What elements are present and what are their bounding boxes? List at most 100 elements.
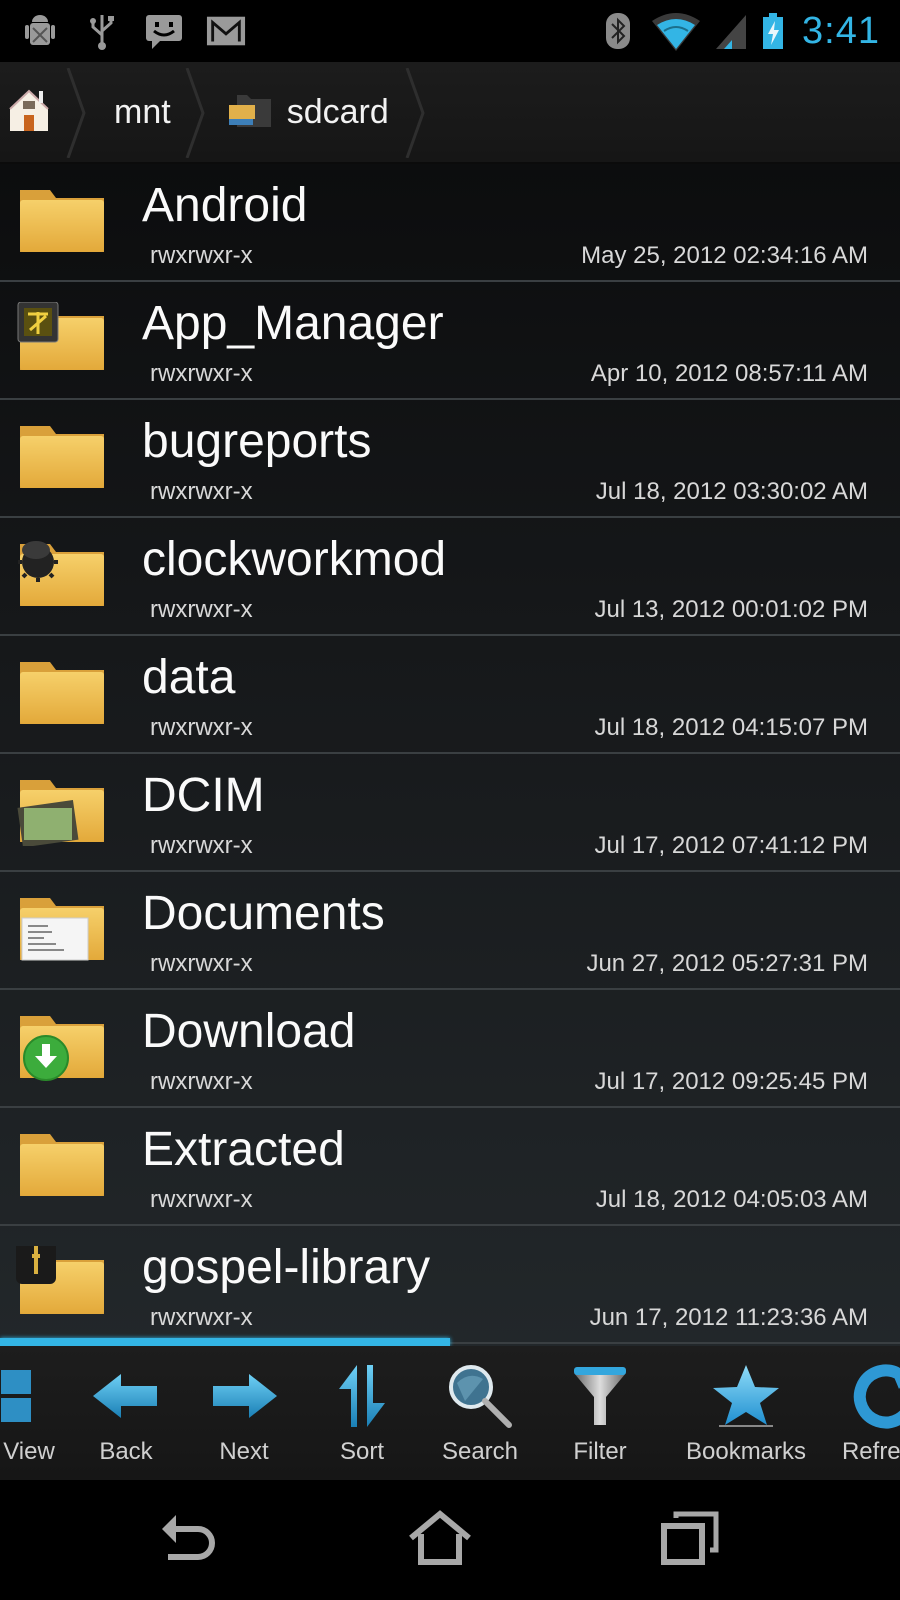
wifi-icon — [650, 11, 702, 51]
sort-label: Sort — [339, 1438, 384, 1465]
file-modified-date: Jun 17, 2012 11:23:36 AM — [589, 1304, 868, 1331]
folder-icon — [16, 420, 108, 492]
breadcrumb-mnt[interactable]: mnt — [86, 62, 205, 162]
file-modified-date: Apr 10, 2012 08:57:11 AM — [590, 360, 868, 387]
breadcrumb-separator — [185, 68, 205, 158]
bookmarks-button[interactable]: Bookmarks — [686, 1346, 806, 1480]
file-permissions: rwxrwxr-x — [150, 360, 253, 387]
view-button[interactable]: View — [0, 1346, 60, 1480]
file-name: clockworkmod — [142, 533, 447, 586]
file-modified-date: Jul 18, 2012 03:30:02 AM — [595, 478, 868, 505]
file-row[interactable]: clockworkmod rwxrwxr-x Jul 13, 2012 00:01:… — [0, 518, 900, 636]
scroll-indicator — [0, 1338, 450, 1346]
back-nav-icon — [160, 1511, 220, 1569]
messaging-icon — [144, 11, 184, 51]
sort-icon — [322, 1356, 402, 1436]
file-row[interactable]: Documents rwxrwxr-x Jun 27, 2012 05:27:31 … — [0, 872, 900, 990]
breadcrumb: mnt sdcard — [0, 62, 900, 164]
file-modified-date: Jun 27, 2012 05:27:31 PM — [586, 950, 868, 977]
file-row[interactable]: Extracted rwxrwxr-x Jul 18, 2012 04:05:03 … — [0, 1108, 900, 1226]
file-row[interactable]: data rwxrwxr-x Jul 18, 2012 04:15:07 PM — [0, 636, 900, 754]
file-permissions: rwxrwxr-x — [150, 596, 253, 623]
cell-signal-icon — [714, 11, 748, 51]
bottom-toolbar: View Back Next Sort Search Filter Bookma… — [0, 1346, 900, 1480]
file-name: data — [142, 651, 236, 704]
refresh-icon — [844, 1356, 900, 1436]
arrow-left-icon — [86, 1356, 166, 1436]
home-nav-icon — [407, 1510, 473, 1570]
breadcrumb-home[interactable] — [0, 62, 86, 162]
file-name: gospel-library — [142, 1241, 431, 1294]
folder-icon — [16, 1128, 108, 1200]
file-modified-date: Jul 18, 2012 04:05:03 AM — [595, 1186, 868, 1213]
recent-apps-icon — [660, 1510, 720, 1570]
file-row[interactable]: App_Manager rwxrwxr-x Apr 10, 2012 08:57:1… — [0, 282, 900, 400]
pictures-folder-icon — [16, 774, 108, 848]
download-folder-icon — [16, 1010, 108, 1082]
breadcrumb-sdcard[interactable]: sdcard — [205, 62, 425, 162]
back-button[interactable]: Back — [66, 1346, 186, 1480]
home-nav-button[interactable] — [400, 1510, 480, 1570]
file-modified-date: Jul 18, 2012 04:15:07 PM — [594, 714, 868, 741]
bluetooth-icon — [598, 11, 638, 51]
file-permissions: rwxrwxr-x — [150, 950, 253, 977]
refresh-label: Refresh — [841, 1438, 900, 1465]
filter-icon — [560, 1356, 640, 1436]
breadcrumb-separator — [405, 68, 425, 158]
file-permissions: rwxrwxr-x — [150, 1304, 253, 1331]
file-permissions: rwxrwxr-x — [150, 478, 253, 505]
breadcrumb-label: sdcard — [286, 92, 389, 131]
file-name: App_Manager — [142, 297, 444, 350]
file-permissions: rwxrwxr-x — [150, 832, 253, 859]
file-modified-date: Jul 13, 2012 00:01:02 PM — [594, 596, 868, 623]
arrow-right-icon — [204, 1356, 284, 1436]
documents-folder-icon — [16, 892, 108, 964]
breadcrumb-label: mnt — [114, 92, 171, 131]
search-icon — [440, 1356, 520, 1436]
gmail-icon — [206, 11, 246, 51]
bookmarks-label: Bookmarks — [685, 1438, 807, 1465]
sort-button[interactable]: Sort — [302, 1346, 422, 1480]
file-list[interactable]: Android rwxrwxr-x May 25, 2012 02:34:16 AM… — [0, 164, 900, 1346]
home-icon — [8, 87, 50, 137]
status-bar: 3:41 — [0, 0, 900, 62]
back-nav-button[interactable] — [150, 1510, 230, 1570]
filter-label: Filter — [573, 1438, 627, 1465]
file-name: Extracted — [142, 1123, 345, 1176]
usb-icon — [82, 11, 122, 51]
breadcrumb-separator — [66, 68, 86, 158]
back-label: Back — [99, 1438, 153, 1465]
recent-apps-button[interactable] — [650, 1510, 730, 1570]
system-nav-bar — [0, 1480, 900, 1600]
search-button[interactable]: Search — [420, 1346, 540, 1480]
filter-button[interactable]: Filter — [540, 1346, 660, 1480]
next-button[interactable]: Next — [184, 1346, 304, 1480]
file-name: Documents — [142, 887, 385, 940]
file-name: Download — [142, 1005, 356, 1058]
folder-icon — [16, 656, 108, 728]
battery-charging-icon — [760, 11, 786, 51]
file-name: Android — [142, 179, 308, 232]
view-label: View — [3, 1438, 55, 1465]
sdcard-icon — [227, 91, 273, 133]
file-permissions: rwxrwxr-x — [150, 1186, 253, 1213]
file-modified-date: Jul 17, 2012 09:25:45 PM — [594, 1068, 868, 1095]
file-row[interactable]: Android rwxrwxr-x May 25, 2012 02:34:16 AM — [0, 164, 900, 282]
file-name: bugreports — [142, 415, 372, 468]
search-label: Search — [441, 1438, 519, 1465]
file-modified-date: Jul 17, 2012 07:41:12 PM — [594, 832, 868, 859]
file-row[interactable]: bugreports rwxrwxr-x Jul 18, 2012 03:30:02… — [0, 400, 900, 518]
next-label: Next — [219, 1438, 269, 1465]
file-permissions: rwxrwxr-x — [150, 1068, 253, 1095]
file-row[interactable]: DCIM rwxrwxr-x Jul 17, 2012 07:41:12 PM — [0, 754, 900, 872]
file-permissions: rwxrwxr-x — [150, 242, 253, 269]
android-debug-icon — [20, 11, 60, 51]
gospel-library-folder-icon — [16, 1236, 108, 1318]
file-permissions: rwxrwxr-x — [150, 714, 253, 741]
folder-icon — [16, 184, 108, 256]
refresh-button[interactable]: Refresh — [824, 1346, 900, 1480]
file-modified-date: May 25, 2012 02:34:16 AM — [581, 242, 868, 269]
file-row[interactable]: Download rwxrwxr-x Jul 17, 2012 09:25:45 P… — [0, 990, 900, 1108]
grid-view-icon — [0, 1356, 40, 1436]
file-row[interactable]: gospel-library rwxrwxr-x Jun 17, 2012 11:2… — [0, 1226, 900, 1344]
